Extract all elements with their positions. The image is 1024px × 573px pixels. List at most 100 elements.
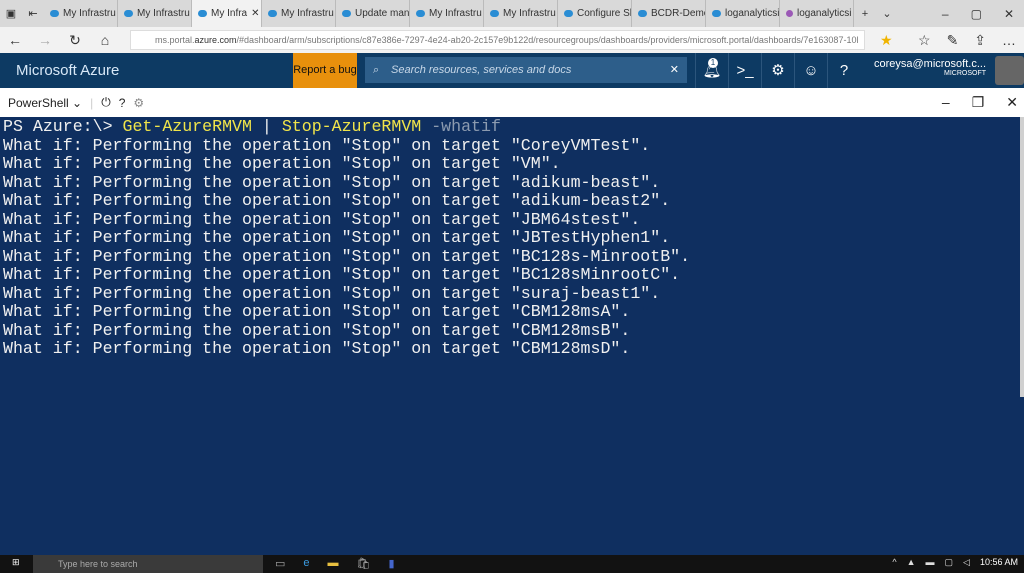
tab-label: My Infrastru [137, 8, 190, 19]
terminal-scrollbar[interactable] [1020, 117, 1024, 397]
tab-favicon-icon [638, 10, 647, 17]
windows-start-icon[interactable]: ⊞ [12, 557, 20, 568]
search-icon: ⌕ [373, 64, 380, 76]
new-tab-button[interactable]: + [854, 8, 876, 20]
refresh-icon[interactable]: ↻ [60, 32, 90, 49]
browser-tab[interactable]: loganalyticsi [706, 0, 780, 27]
forward-icon[interactable]: → [30, 32, 60, 48]
user-menu[interactable]: coreysa@microsoft.c... MICROSOFT [868, 58, 986, 77]
browser-tab[interactable]: My Infrastru [44, 0, 118, 27]
azure-search-input[interactable]: ⌕ Search resources, services and docs ✕ [365, 57, 687, 83]
tab-label: My Infrastru [281, 8, 334, 19]
notification-badge: 1 [708, 58, 718, 68]
browser-tab[interactable]: My Infrastru [410, 0, 484, 27]
volume-icon[interactable]: ◁ [963, 557, 970, 568]
output-line: What if: Performing the operation "Stop"… [3, 302, 631, 321]
back-icon[interactable]: ← [0, 32, 30, 48]
prompt: PS Azure:\> [3, 117, 123, 136]
tray-chevron-icon[interactable]: ^ [892, 557, 896, 568]
task-view-icon[interactable]: ▭ [275, 557, 285, 570]
home-icon[interactable]: ⌂ [90, 32, 120, 48]
settings-gear-icon[interactable]: ⚙ [761, 53, 794, 88]
battery-icon[interactable]: ▬ [926, 557, 935, 568]
network-icon[interactable]: ▲ [907, 557, 916, 568]
terminal-output[interactable]: PS Azure:\> Get-AzureRMVM | Stop-AzureRM… [0, 117, 1024, 555]
clock[interactable]: 10:56 AM [980, 557, 1018, 568]
tab-label: My Infrastru [429, 8, 482, 19]
browser-tab[interactable]: BCDR-Demc [632, 0, 706, 27]
tab-manager-icon[interactable]: ▣ [0, 7, 22, 20]
tab-label: loganalyticsi [725, 8, 780, 19]
file-explorer-icon[interactable]: ▬ [328, 557, 339, 570]
help-icon[interactable]: ? [827, 53, 860, 88]
output-line: What if: Performing the operation "Stop"… [3, 246, 691, 266]
azure-brand[interactable]: Microsoft Azure [16, 62, 119, 79]
pipe: | [251, 117, 282, 136]
tab-label: My Infra [211, 8, 248, 19]
restart-power-icon[interactable]: ⏻ [101, 95, 111, 110]
browser-tab[interactable]: My Infrastru [484, 0, 558, 27]
store-icon[interactable]: 🛍︎ [357, 557, 371, 570]
browser-tab[interactable]: Configure Sl [558, 0, 632, 27]
feedback-smiley-icon[interactable]: ☺ [794, 53, 827, 88]
tab-favicon-icon [50, 10, 59, 17]
edge-icon[interactable]: e [303, 557, 309, 570]
tab-label: BCDR-Demc [651, 8, 706, 19]
share-icon[interactable]: ⇪ [974, 32, 986, 49]
browser-tab[interactable]: loganalyticsi [780, 0, 854, 27]
tab-favicon-icon [198, 10, 207, 17]
browser-tab[interactable]: Update man [336, 0, 410, 27]
tab-favicon-icon [416, 10, 425, 17]
url-input[interactable]: ms.portal.azure.com/#dashboard/arm/subsc… [130, 30, 865, 50]
param-whatif: -whatif [421, 117, 501, 136]
minimize-button[interactable]: – [942, 7, 949, 21]
output-line: What if: Performing the operation "Stop"… [3, 172, 661, 192]
help-icon[interactable]: ? [119, 96, 126, 110]
maximize-button[interactable]: ▢ [971, 7, 982, 21]
close-tab-icon[interactable]: ✕ [251, 8, 261, 19]
search-placeholder: Search resources, services and docs [391, 64, 572, 76]
maximize-shell-button[interactable]: ❐ [972, 94, 985, 111]
url-prefix: ms.portal. [155, 35, 195, 45]
user-email: coreysa@microsoft.c... [873, 58, 986, 70]
cloud-shell-icon[interactable]: >_ [728, 53, 761, 88]
favorite-star-icon[interactable]: ★ [880, 32, 893, 49]
taskbar-search-placeholder: Type here to search [58, 559, 138, 569]
browser-tab[interactable]: My Infra ✕ [192, 0, 262, 27]
output-line: What if: Performing the operation "Stop"… [3, 265, 681, 284]
output-line: What if: Performing the operation "Stop"… [3, 283, 661, 303]
tab-label: loganalyticsi [797, 8, 852, 19]
browser-tab[interactable]: My Infrastru [262, 0, 336, 27]
avatar[interactable] [995, 56, 1024, 85]
close-shell-button[interactable]: ✕ [1006, 94, 1018, 111]
clear-search-icon[interactable]: ✕ [670, 57, 679, 83]
tab-favicon-icon [712, 10, 721, 17]
settings-gear-icon[interactable]: ⚙ [133, 96, 144, 110]
tab-label: My Infrastru [503, 8, 556, 19]
output-line: What if: Performing the operation "Stop"… [3, 135, 651, 155]
set-aside-tabs-icon[interactable]: ⇤ [22, 7, 44, 20]
favorites-icon[interactable]: ☆ [918, 32, 931, 49]
address-bar-row: ← → ↻ ⌂ ms.portal.azure.com/#dashboard/a… [0, 27, 1024, 53]
action-center-icon[interactable]: ▢ [945, 557, 954, 568]
output-line: What if: Performing the operation "Stop"… [3, 209, 641, 229]
tab-preview-chevron-icon[interactable]: ⌄ [876, 7, 898, 20]
close-button[interactable]: ✕ [1004, 7, 1014, 21]
taskbar-search-input[interactable]: Type here to search [33, 555, 263, 573]
output-line: What if: Performing the operation "Stop"… [3, 154, 561, 173]
pen-icon[interactable]: ✎ [947, 32, 959, 49]
report-bug-button[interactable]: Report a bug [293, 53, 357, 88]
tab-label: My Infrastru [63, 8, 116, 19]
tab-favicon-icon [342, 10, 351, 17]
tab-label: Configure Sl [577, 8, 632, 19]
more-icon[interactable]: … [1002, 32, 1016, 49]
minimize-shell-button[interactable]: – [942, 94, 950, 111]
url-domain: azure.com [194, 35, 237, 45]
azure-header: Microsoft Azure Report a bug ⌕ Search re… [0, 53, 1024, 88]
app-icon[interactable]: ▮ [389, 557, 395, 570]
browser-tab[interactable]: My Infrastru [118, 0, 192, 27]
user-org: MICROSOFT [944, 70, 986, 77]
command-stop: Stop-AzureRMVM [281, 117, 422, 136]
shell-selector[interactable]: PowerShell ⌄ [8, 96, 82, 110]
cloud-shell-toolbar: PowerShell ⌄ | ⏻ ? ⚙ – ❐ ✕ [0, 88, 1024, 117]
